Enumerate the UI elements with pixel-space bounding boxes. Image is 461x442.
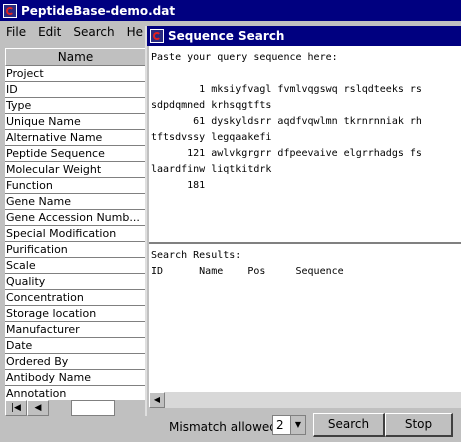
field-item[interactable]: Peptide Sequence	[5, 146, 146, 162]
field-item[interactable]: Storage location	[5, 306, 146, 322]
field-item[interactable]: Alternative Name	[5, 130, 146, 146]
chevron-down-icon[interactable]: ▼	[290, 416, 305, 434]
stop-button[interactable]: Stop	[385, 413, 453, 437]
field-item[interactable]: Manufacturer	[5, 322, 146, 338]
field-item[interactable]: Date	[5, 338, 146, 354]
main-titlebar[interactable]: PeptideBase-demo.dat	[0, 0, 461, 21]
first-record-button[interactable]: |◀	[5, 400, 27, 416]
mismatch-value: 2	[276, 418, 284, 432]
field-item[interactable]: Gene Accession Numb...	[5, 210, 146, 226]
main-window-title: PeptideBase-demo.dat	[21, 3, 176, 18]
record-navigator: |◀ ◀	[5, 400, 146, 416]
menu-search[interactable]: Search	[67, 25, 120, 39]
search-button[interactable]: Search	[313, 413, 385, 437]
app-icon	[3, 3, 17, 18]
scroll-track[interactable]	[165, 392, 461, 408]
record-number-field[interactable]	[71, 400, 115, 416]
query-sequence-textarea[interactable]: Paste your query sequence here: 1 mksiyf…	[149, 46, 461, 242]
search-results-area[interactable]: Search Results: ID Name Pos Sequence	[149, 244, 461, 392]
field-list-header[interactable]: Name	[5, 48, 146, 66]
sequence-search-dialog: Sequence Search Paste your query sequenc…	[145, 26, 461, 437]
dialog-icon	[150, 29, 164, 43]
mismatch-select[interactable]: 2 ▼	[272, 415, 306, 435]
field-item[interactable]: Purification	[5, 242, 146, 258]
field-list[interactable]: Project ID Type Unique Name Alternative …	[5, 66, 146, 400]
field-item[interactable]: Project	[5, 66, 146, 82]
field-item[interactable]: Antibody Name	[5, 370, 146, 386]
field-item[interactable]: Function	[5, 178, 146, 194]
scroll-left-icon[interactable]: ◀	[149, 392, 165, 408]
field-item[interactable]: Type	[5, 98, 146, 114]
field-item[interactable]: ID	[5, 82, 146, 98]
field-item[interactable]: Gene Name	[5, 194, 146, 210]
search-controls: Mismatch allowed 2 ▼ Search Stop	[147, 410, 461, 442]
field-item[interactable]: Molecular Weight	[5, 162, 146, 178]
prev-record-button[interactable]: ◀	[27, 400, 49, 416]
menu-edit[interactable]: Edit	[32, 25, 67, 39]
field-item[interactable]: Annotation	[5, 386, 146, 400]
field-item[interactable]: Concentration	[5, 290, 146, 306]
field-item[interactable]: Unique Name	[5, 114, 146, 130]
dialog-title: Sequence Search	[168, 29, 285, 43]
field-item[interactable]: Ordered By	[5, 354, 146, 370]
field-item[interactable]: Special Modification	[5, 226, 146, 242]
menu-file[interactable]: File	[0, 25, 32, 39]
dialog-titlebar[interactable]: Sequence Search	[147, 26, 461, 46]
horizontal-scrollbar[interactable]: ◀	[149, 392, 461, 408]
field-item[interactable]: Quality	[5, 274, 146, 290]
mismatch-label: Mismatch allowed	[169, 420, 277, 434]
field-item[interactable]: Scale	[5, 258, 146, 274]
